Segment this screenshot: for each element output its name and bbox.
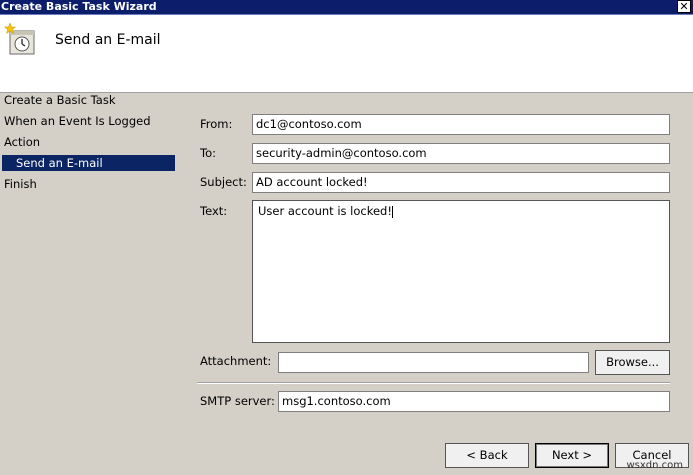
smtp-server-label: SMTP server:	[200, 394, 275, 408]
to-label: To:	[200, 146, 216, 160]
step-create-basic-task[interactable]: Create a Basic Task	[4, 92, 116, 108]
step-action[interactable]: Action	[4, 134, 40, 150]
close-icon[interactable]: ✕	[677, 0, 691, 13]
text-label: Text:	[200, 204, 228, 218]
next-button[interactable]: Next >	[535, 443, 609, 468]
window-title: Create Basic Task Wizard	[1, 0, 157, 13]
from-label: From:	[200, 117, 233, 131]
browse-button[interactable]: Browse...	[595, 350, 670, 375]
attachment-field[interactable]	[278, 352, 589, 373]
separator	[197, 382, 670, 384]
wizard-header: Send an E-mail	[0, 15, 693, 93]
subject-field[interactable]: AD account locked!	[252, 172, 670, 193]
from-field[interactable]: dc1@contoso.com	[252, 114, 670, 135]
message-text-area[interactable]: User account is locked!	[252, 200, 670, 343]
text-cursor	[391, 205, 393, 218]
page-title: Send an E-mail	[55, 32, 161, 48]
step-finish[interactable]: Finish	[4, 176, 37, 192]
back-button[interactable]: < Back	[445, 443, 529, 468]
attachment-label: Attachment:	[200, 354, 272, 368]
title-bar: Create Basic Task Wizard ✕	[0, 0, 693, 15]
message-text: User account is locked!	[258, 204, 392, 218]
watermark: wsxdn.com	[626, 460, 683, 471]
step-send-email[interactable]: Send an E-mail	[2, 155, 175, 171]
task-clock-icon	[4, 22, 35, 55]
to-field[interactable]: security-admin@contoso.com	[252, 143, 670, 164]
step-when-event-logged[interactable]: When an Event Is Logged	[4, 113, 151, 129]
smtp-server-field[interactable]: msg1.contoso.com	[278, 391, 670, 412]
subject-label: Subject:	[200, 175, 247, 189]
